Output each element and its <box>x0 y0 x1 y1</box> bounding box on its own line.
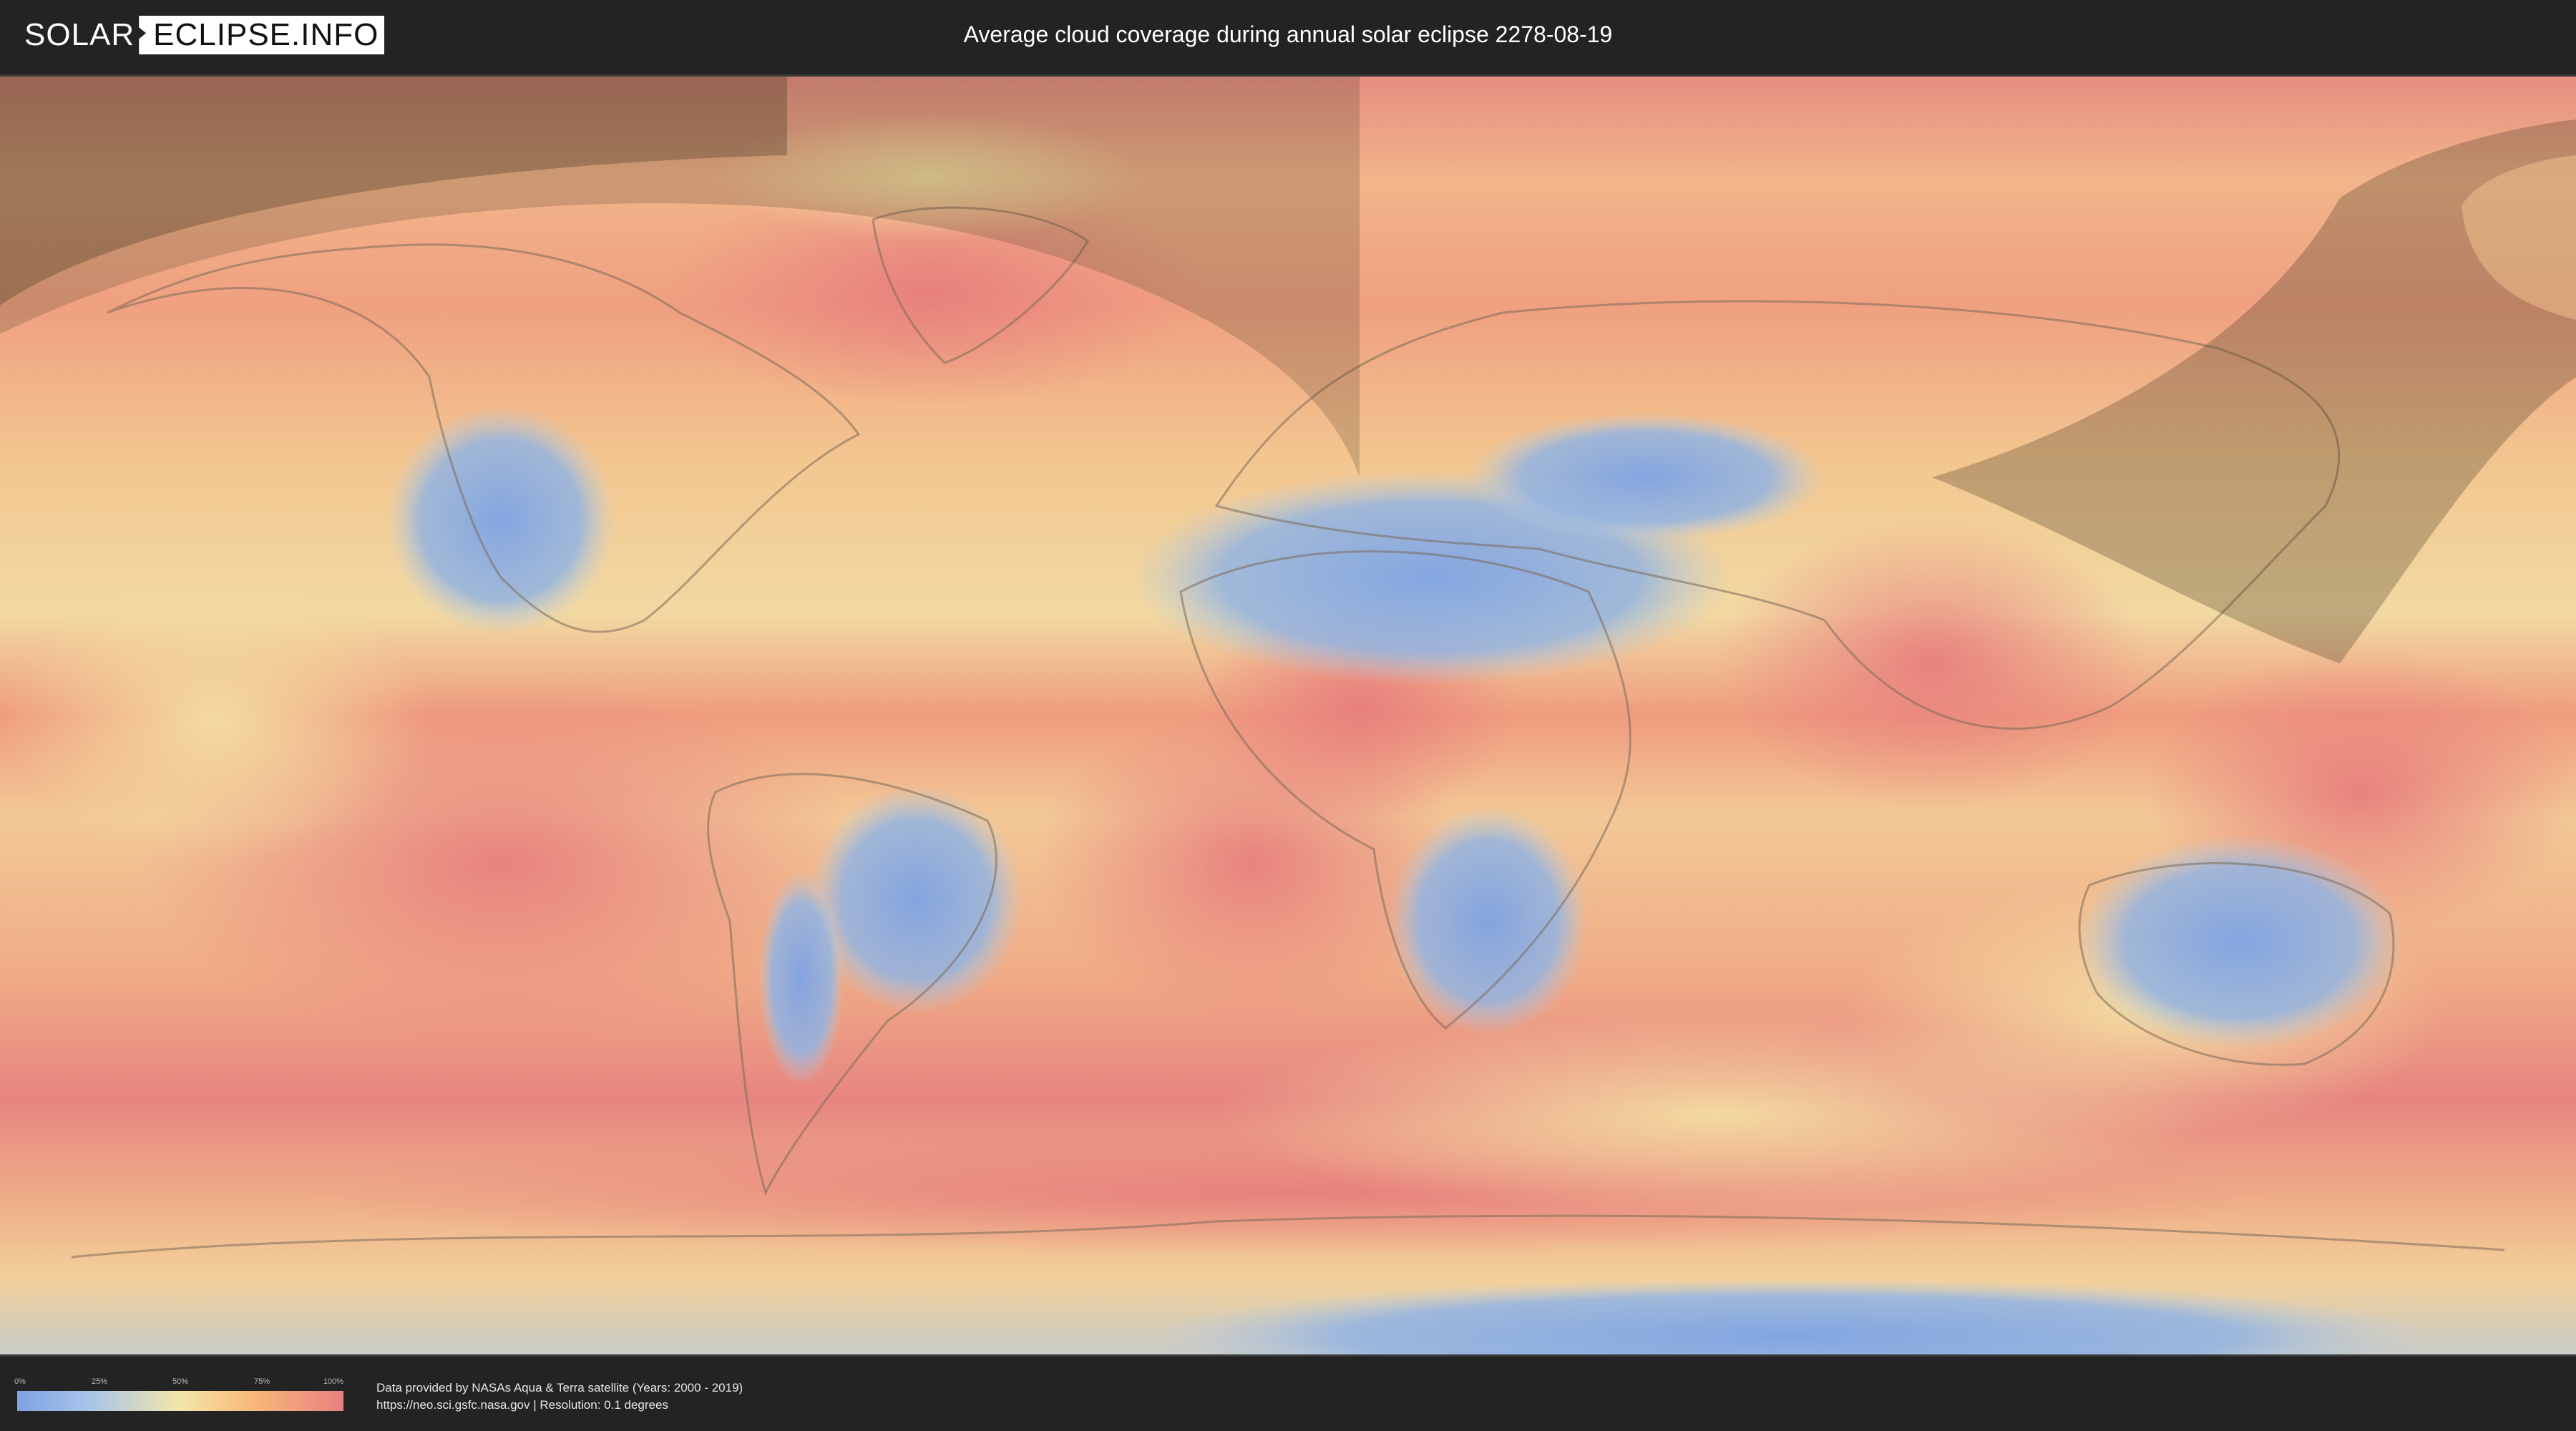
legend-tick-100: 100% <box>323 1377 344 1386</box>
header-bar: SOLAR ECLIPSE.INFO Average cloud coverag… <box>0 0 2576 72</box>
legend-tick-50: 50% <box>172 1377 189 1386</box>
page-title: Average cloud coverage during annual sol… <box>963 21 1613 47</box>
legend-tick-0: 0% <box>14 1377 26 1386</box>
world-map-svg <box>0 77 2576 1354</box>
legend-tick-75: 75% <box>253 1377 270 1386</box>
coverage-legend: 0% 25% 50% 75% 100% <box>14 1377 344 1414</box>
legend-gradient-bar <box>17 1391 343 1411</box>
footer-bar: 0% 25% 50% 75% 100% Data provided by NAS… <box>0 1359 2576 1431</box>
credit-line-source: Data provided by NASAs Aqua & Terra sate… <box>376 1381 743 1395</box>
data-credits: Data provided by NASAs Aqua & Terra sate… <box>376 1379 743 1414</box>
credit-line-url[interactable]: https://neo.sci.gsfc.nasa.gov | Resoluti… <box>376 1397 743 1414</box>
cloud-coverage-map[interactable] <box>0 74 2576 1357</box>
legend-tick-25: 25% <box>91 1377 108 1386</box>
